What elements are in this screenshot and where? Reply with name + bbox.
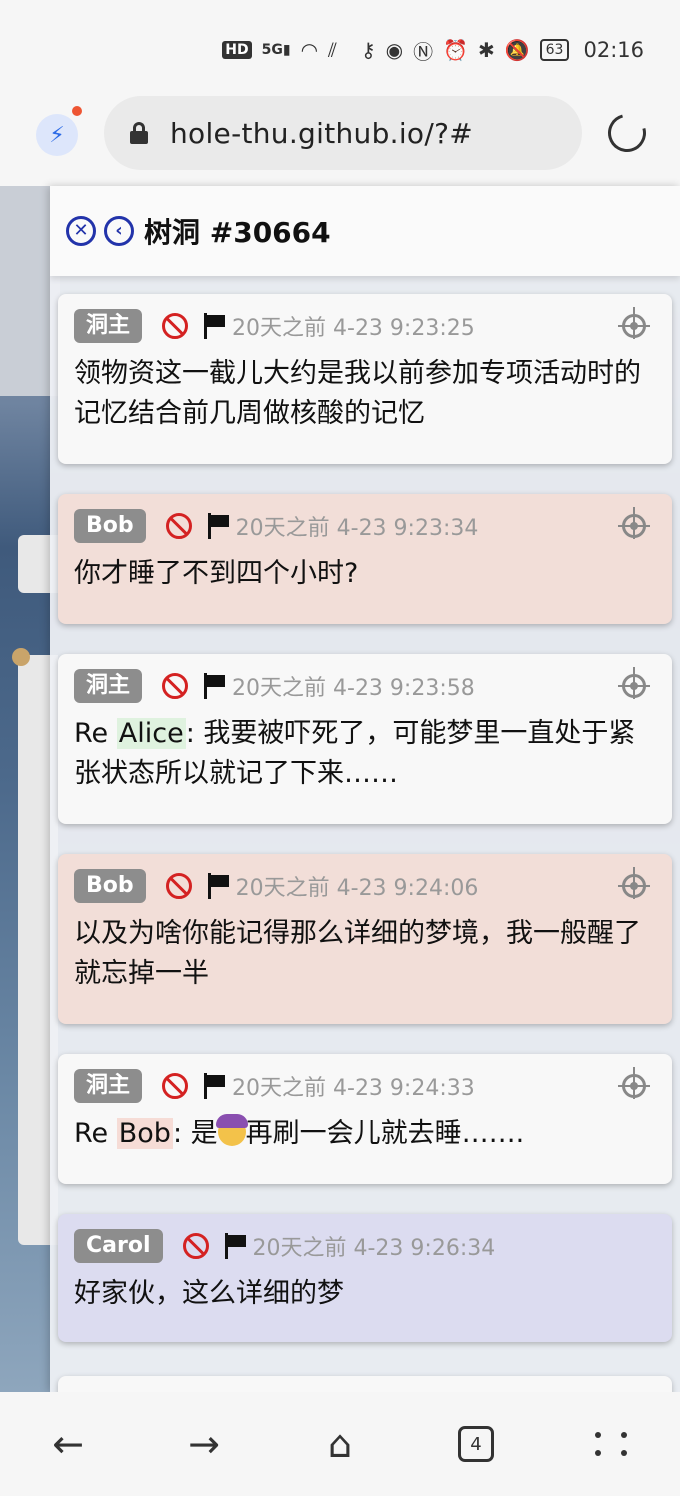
flag-icon[interactable] xyxy=(206,513,230,539)
locate-icon[interactable] xyxy=(618,674,650,698)
reply-time: 20天之前 4-23 9:26:34 xyxy=(252,1236,496,1261)
reply-card: 洞主 20天之前 4-23 9:23:25 领物资这一截儿大约是我以前参加专项活… xyxy=(58,294,672,464)
post-title: 树洞 #30664 xyxy=(144,216,331,249)
author-badge: Bob xyxy=(74,509,146,543)
reply-time: 20天之前 4-23 9:23:58 xyxy=(232,676,475,701)
back-arrow-icon[interactable]: ← xyxy=(38,1414,98,1474)
author-badge: Carol xyxy=(74,1229,163,1263)
url-text[interactable]: hole-thu.github.io/?# xyxy=(170,117,473,150)
data-icon: ⫽ xyxy=(328,38,337,62)
reply-meta: 洞主 20天之前 4-23 9:23:58 xyxy=(74,668,656,704)
close-icon[interactable]: ✕ xyxy=(66,216,96,246)
reply-meta: Carol 20天之前 4-23 9:26:34 xyxy=(74,1228,656,1264)
locate-icon[interactable] xyxy=(618,314,650,338)
notification-dot xyxy=(72,106,82,116)
flag-icon[interactable] xyxy=(202,1073,226,1099)
reply-text: Re Bob: 是再刷一会儿就去睡……. xyxy=(74,1114,656,1154)
block-icon[interactable] xyxy=(182,1233,209,1259)
reply-meta: 洞主 20天之前 4-23 9:24:33 xyxy=(74,1068,656,1104)
reply-meta: Bob 20天之前 4-23 9:24:06 xyxy=(74,868,656,904)
lock-icon xyxy=(130,122,148,144)
flag-icon[interactable] xyxy=(202,673,226,699)
reply-prefix: Re xyxy=(74,1118,117,1149)
flag-icon[interactable] xyxy=(202,313,226,339)
mention-link[interactable]: Bob xyxy=(116,1118,173,1149)
hd-badge: HD xyxy=(222,41,252,59)
address-bar-row: ⚡ hole-thu.github.io/?# xyxy=(0,96,680,186)
status-time: 02:16 xyxy=(583,38,644,62)
browser-bottom-nav: ← → ⌂ 4 xyxy=(0,1392,680,1496)
reply-meta: 洞主 20天之前 4-23 9:23:25 xyxy=(74,308,656,344)
block-icon[interactable] xyxy=(162,313,189,339)
status-bar: HD 5G▮ ◠ ⫽ ⚷ ◉ Ⓝ ⏰ ✱ 🔕 63 02:16 xyxy=(0,0,680,96)
block-icon[interactable] xyxy=(165,513,192,539)
flag-icon[interactable] xyxy=(206,873,230,899)
reply-text: 领物资这一截儿大约是我以前参加专项活动时的记忆结合前几周做核酸的记忆 xyxy=(74,358,641,429)
back-icon[interactable]: ‹ xyxy=(104,216,134,246)
address-bar[interactable]: hole-thu.github.io/?# xyxy=(104,96,582,170)
reply-time: 20天之前 4-23 9:24:06 xyxy=(235,876,479,901)
facepalm-emoji-icon xyxy=(215,1114,248,1146)
reply-text: 以及为啥你能记得那么详细的梦境，我一般醒了就忘掉一半 xyxy=(74,918,641,989)
background-avatar xyxy=(12,648,30,666)
eye-icon: ◉ xyxy=(385,38,404,62)
key-icon: ⚷ xyxy=(360,38,376,62)
reload-icon[interactable] xyxy=(601,107,653,159)
mention-link[interactable]: Alice xyxy=(116,718,186,749)
post-sidebar: ✕ ‹ 树洞 #30664 洞主 20天之前 4-23 9:23:25 领物资这… xyxy=(50,186,680,1392)
bolt-icon[interactable]: ⚡ xyxy=(36,114,78,156)
home-icon[interactable]: ⌂ xyxy=(310,1414,370,1474)
reply-card: 洞主 20天之前 4-23 9:24:33 Re Bob: 是再刷一会儿就去睡…… xyxy=(58,1054,672,1184)
reply-card: Bob 20天之前 4-23 9:24:06 以及为啥你能记得那么详细的梦境，我… xyxy=(58,854,672,1024)
wifi-icon: ◠ xyxy=(300,38,319,62)
reply-card-partial xyxy=(58,1376,672,1392)
reply-content: : 是 xyxy=(172,1118,218,1149)
status-icons: HD 5G▮ ◠ ⫽ ⚷ ◉ Ⓝ ⏰ ✱ 🔕 63 02:16 xyxy=(222,36,644,64)
mute-icon: 🔕 xyxy=(504,38,530,62)
reply-content: 再刷一会儿就去睡……. xyxy=(245,1118,525,1149)
tab-count[interactable]: 4 xyxy=(458,1426,494,1462)
reply-text: 好家伙，这么详细的梦 xyxy=(74,1278,344,1309)
signal-icon: 5G▮ xyxy=(261,42,291,58)
locate-icon[interactable] xyxy=(618,1074,650,1098)
author-badge: 洞主 xyxy=(74,1069,143,1103)
reply-card: Carol 20天之前 4-23 9:26:34 好家伙，这么详细的梦 xyxy=(58,1214,672,1342)
bluetooth-icon: ✱ xyxy=(477,38,495,62)
author-badge: Bob xyxy=(74,869,146,903)
flag-icon[interactable] xyxy=(223,1233,247,1259)
block-icon[interactable] xyxy=(162,673,189,699)
forward-arrow-icon[interactable]: → xyxy=(174,1414,234,1474)
sidebar-header: ✕ ‹ 树洞 #30664 xyxy=(50,186,680,276)
author-badge: 洞主 xyxy=(74,309,143,343)
network-type: 5G xyxy=(261,42,283,58)
reply-time: 20天之前 4-23 9:23:34 xyxy=(235,516,479,541)
reply-card: 洞主 20天之前 4-23 9:23:58 Re Alice: 我要被吓死了，可… xyxy=(58,654,672,824)
locate-icon[interactable] xyxy=(618,514,650,538)
menu-icon[interactable] xyxy=(582,1414,642,1474)
author-badge: 洞主 xyxy=(74,669,143,703)
alarm-icon: ⏰ xyxy=(443,38,468,62)
locate-icon[interactable] xyxy=(618,874,650,898)
reply-text: Re Alice: 我要被吓死了，可能梦里一直处于紧张状态所以就记了下来…… xyxy=(74,714,656,794)
block-icon[interactable] xyxy=(162,1073,189,1099)
reply-card: Bob 20天之前 4-23 9:23:34 你才睡了不到四个小时? xyxy=(58,494,672,624)
reply-time: 20天之前 4-23 9:24:33 xyxy=(232,1076,475,1101)
reply-text: 你才睡了不到四个小时? xyxy=(74,558,359,589)
nfc-icon: Ⓝ xyxy=(413,39,434,64)
block-icon[interactable] xyxy=(165,873,192,899)
battery-icon: 63 xyxy=(539,39,570,61)
reply-meta: Bob 20天之前 4-23 9:23:34 xyxy=(74,508,656,544)
reply-prefix: Re xyxy=(74,718,117,749)
reply-time: 20天之前 4-23 9:23:25 xyxy=(232,316,475,341)
tabs-button[interactable]: 4 xyxy=(446,1414,506,1474)
